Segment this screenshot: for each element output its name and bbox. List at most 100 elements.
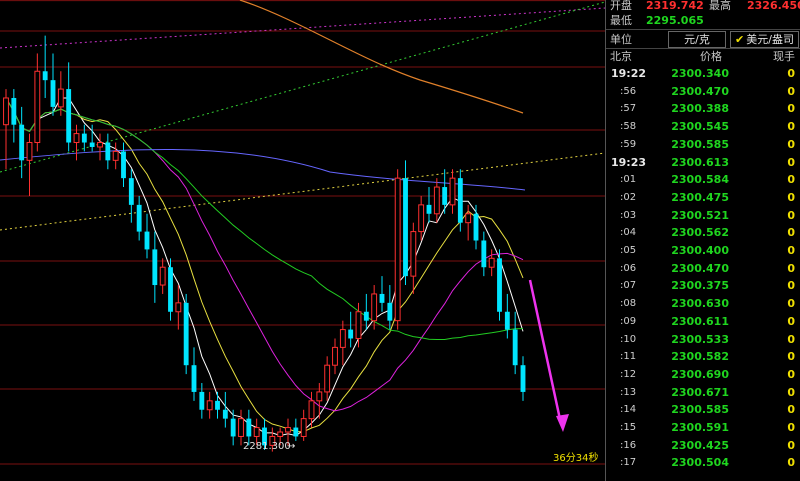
candle-body [136,204,142,232]
tick-price: 2300.470 [671,261,729,275]
quote-panel: 开盘 2319.742 最高 2326.450 最低 2295.065 单位 元… [605,0,800,481]
tick-time: :02 [620,191,637,203]
forecast-arrow-head [556,414,569,432]
candle-body [465,213,472,224]
candle-body [191,365,197,392]
candlestick-chart: 2281.300 → 36分34秒 [0,0,605,465]
candle-body [520,365,526,392]
tick-time: :01 [620,174,637,186]
tick-row: :17 2300.504 0 [606,454,800,472]
candle-body [89,142,95,147]
tick-row: :01 2300.584 0 [606,171,800,189]
candle-body [308,400,315,420]
tick-price: 2300.591 [671,421,729,434]
tick-time: :08 [620,298,637,310]
candle-body [277,431,284,437]
candle-body [3,97,9,126]
unit-selector[interactable]: 元/克 [668,31,726,48]
tick-price: 2300.582 [671,350,729,364]
tick-time: :10 [620,333,637,345]
tick-row: :07 2300.375 0 [606,277,800,295]
tick-row: :06 2300.470 0 [606,260,800,278]
candle-body [348,329,354,339]
low-label: 最低 [610,14,632,27]
tick-volume: 0 [787,155,795,169]
candle-body [442,187,448,205]
candle-body [215,400,220,410]
tick-price: 2300.470 [671,84,729,98]
tick-volume: 0 [787,438,795,452]
tick-price: 2300.585 [671,137,729,151]
tick-row: :59 2300.585 0 [606,136,800,154]
usd-ounce-toggle[interactable]: ✔ 美元/盎司 [730,31,799,48]
tick-row: :09 2300.611 0 [606,313,800,331]
annotations [528,279,569,432]
candle-body [42,71,48,81]
tick-volume: 0 [787,226,795,240]
candle-body [246,418,252,437]
tick-price: 2300.388 [671,102,729,116]
tick-price: 2300.475 [671,190,729,204]
tick-row: :57 2300.388 0 [606,100,800,118]
candle-body [332,346,338,366]
tick-table-header: 北京 价格 现手 [606,48,800,66]
tick-row: :02 2300.475 0 [606,189,800,207]
tick-time: :15 [620,422,637,433]
candle-body [19,124,25,161]
candle-body [324,364,331,393]
tick-price: 2300.585 [671,403,729,417]
tick-price: 2300.521 [671,208,729,222]
tick-price: 2300.630 [671,297,729,311]
col-volume-header: 现手 [773,50,795,63]
tick-volume: 0 [787,102,795,116]
tick-price: 2300.400 [671,244,729,257]
tick-volume: 0 [787,297,795,311]
tick-volume: 0 [787,261,795,275]
candle-body [379,293,385,303]
tick-time: 19:23 [611,155,647,169]
bar-countdown: 36分34秒 [553,451,598,464]
candle-body [394,177,401,322]
candle-body [293,427,299,437]
tick-row: :03 2300.521 0 [606,207,800,225]
candle-body [238,418,244,437]
tick-time: :09 [620,315,637,327]
tick-time: :17 [620,457,637,469]
candle-body [175,302,182,313]
tick-volume: 0 [787,385,795,399]
tick-volume: 0 [787,67,795,80]
low-row: 最低 2295.065 [606,12,800,30]
candle-body [128,178,134,205]
candle-body [426,204,432,214]
ma-slow-orange-line [239,0,524,114]
tick-row: :13 2300.671 0 [606,384,800,402]
tick-row: 19:22 2300.340 0 [606,65,800,83]
tick-volume: 0 [787,120,795,134]
tick-time: :57 [620,103,637,115]
candle-body [152,249,158,286]
tick-time: :07 [620,280,637,292]
candle-body [481,240,487,268]
low-price-arrow: → [287,441,295,452]
tick-price: 2300.562 [671,226,729,240]
tick-volume: 0 [787,314,795,328]
candle-body [473,213,479,241]
tick-volume: 0 [787,244,795,257]
tick-price: 2300.690 [671,367,729,381]
tick-row: :04 2300.562 0 [606,224,800,242]
candle-body [34,70,41,144]
tick-price: 2300.613 [671,155,729,169]
candle-body [512,329,518,366]
tick-volume: 0 [787,421,795,434]
tick-time: :06 [620,262,637,274]
candle-body [105,142,111,161]
candle-body [488,257,495,268]
candle-body [410,231,417,277]
candle-body [253,427,260,437]
candle-body [285,427,291,433]
tick-time: :13 [620,386,637,398]
candle-body [300,418,307,437]
indicator-lines [0,0,605,437]
tick-volume: 0 [787,208,795,222]
tick-time: :11 [620,351,637,363]
